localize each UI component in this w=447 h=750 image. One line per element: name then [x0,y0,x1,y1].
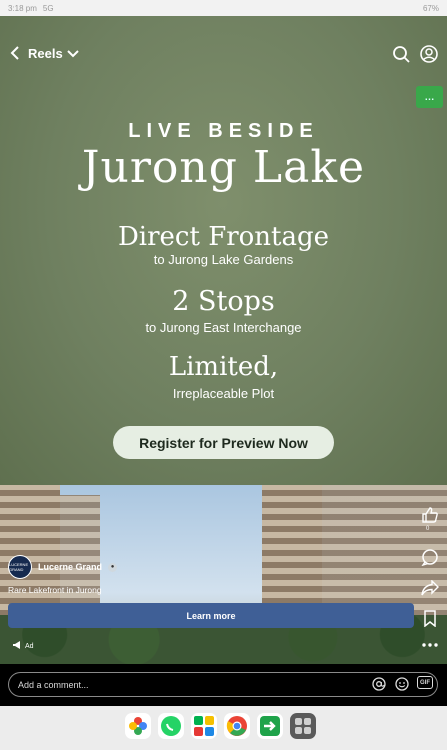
ad-direct-frontage-sub: to Jurong Lake Gardens [153,252,294,267]
status-time: 3:18 pm [8,3,37,13]
ad-text: Ad [25,642,34,650]
whatsapp-app-icon[interactable] [158,713,184,739]
chrome-app-icon[interactable] [224,713,250,739]
app-drawer-icon[interactable] [290,713,316,739]
bookmark-icon[interactable] [420,608,440,628]
learn-more-button[interactable]: Learn more [8,603,414,628]
comment-placeholder: Add a comment... [18,679,89,690]
gif-icon[interactable]: GIF [417,676,433,689]
at-icon[interactable] [371,676,387,692]
megaphone-icon [13,641,22,651]
ad-stops: 2 Stops [172,286,275,317]
ad-headline-large: Jurong Lake [81,142,366,193]
ad-direct-frontage: Direct Frontage [117,222,330,252]
photos-app-icon[interactable] [125,713,151,739]
profile-icon[interactable] [419,44,439,64]
reels-header: Reels [0,40,447,70]
comment-input[interactable]: Add a comment... GIF [8,672,438,697]
ad-limited-sub: Irreplaceable Plot [172,386,275,401]
post-profile[interactable]: LUCERNE GRAND Lucerne Grand ● [8,555,118,579]
share-icon[interactable] [420,578,440,598]
globe-icon: ● [108,562,118,572]
ad-limited: Limited, [168,352,279,382]
post-caption: Rare Lakefront in Jurong [8,585,102,595]
ad-headline-small: LIVE BESIDE [128,120,319,142]
status-battery: 67% [422,3,439,13]
comment-icon[interactable] [420,547,440,567]
page-name[interactable]: Lucerne Grand [38,562,102,572]
grab-app-icon[interactable] [191,713,217,739]
like-count: 0 [426,526,430,532]
forward-app-icon[interactable] [257,713,283,739]
status-bar: 3:18 pm 5G 67% [0,0,447,16]
search-icon[interactable] [391,44,411,64]
dock [0,706,447,750]
reels-dropdown[interactable]: Reels [28,46,79,61]
status-network: 5G [42,3,54,13]
register-preview-button[interactable]: Register for Preview Now [113,426,334,459]
ad-label: Ad [13,641,34,651]
floating-green-button[interactable]: … [416,86,443,108]
back-icon[interactable] [8,43,22,63]
more-icon[interactable] [420,635,440,655]
emoji-icon[interactable] [394,676,410,692]
like-icon[interactable] [420,505,440,525]
reels-title: Reels [28,46,63,61]
avatar[interactable]: LUCERNE GRAND [8,555,32,579]
ad-stops-sub: to Jurong East Interchange [145,320,302,335]
chevron-down-icon [66,46,79,61]
